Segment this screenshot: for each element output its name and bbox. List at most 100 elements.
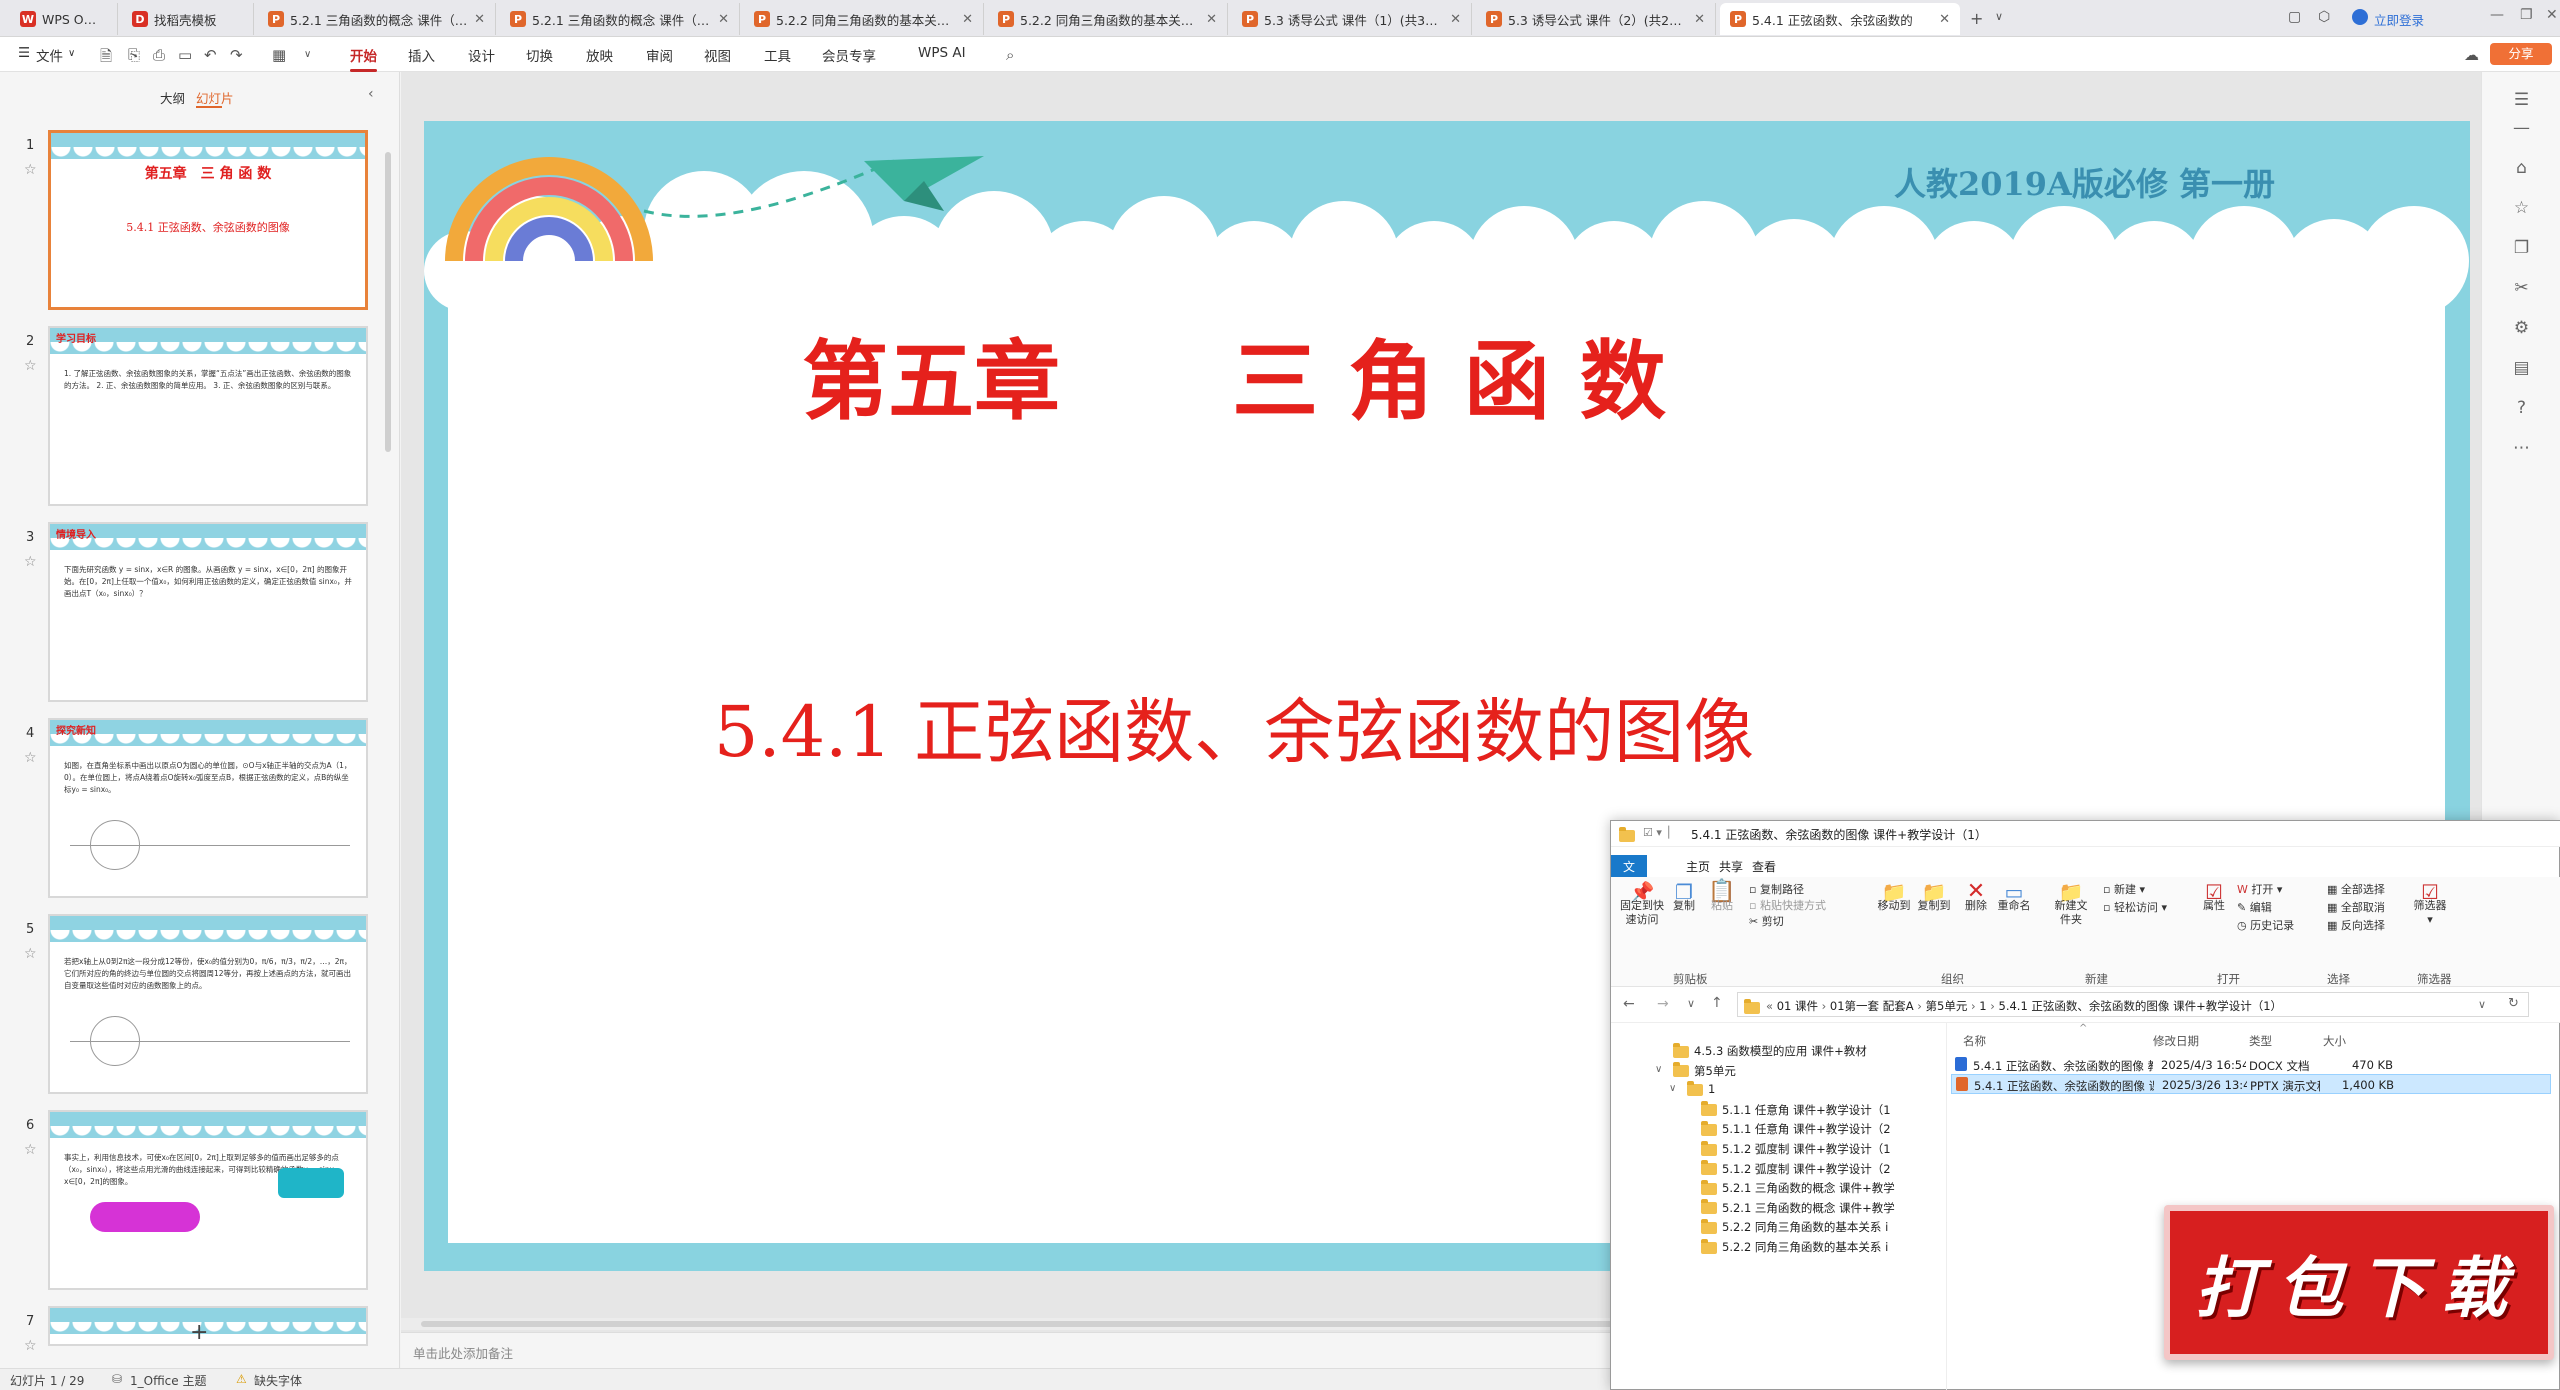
edit-button[interactable]: ✎ 编辑 bbox=[2237, 901, 2272, 915]
save-icon[interactable]: 🗎 bbox=[100, 46, 112, 71]
settings-icon[interactable]: ⚙ bbox=[2482, 318, 2560, 338]
tree-item[interactable]: 5.1.1 任意角 课件+教学设计（1 bbox=[1701, 1101, 1891, 1118]
tab-0[interactable]: W WPS Office bbox=[10, 3, 118, 35]
star-icon[interactable]: ☆ bbox=[24, 1142, 37, 1158]
tree-item[interactable]: ∨ 第5单元 bbox=[1655, 1062, 1736, 1079]
pin-quick-access-button[interactable]: 📌 固定到快速访问 bbox=[1617, 882, 1667, 927]
tree-item[interactable]: 5.2.2 同角三角函数的基本关系 i bbox=[1701, 1238, 1888, 1255]
filter-button[interactable]: ☑ 筛选器 ▾ bbox=[2413, 882, 2447, 927]
collapse-panel-icon[interactable]: ‹ bbox=[368, 86, 374, 102]
menu-5[interactable]: 审阅 bbox=[646, 45, 673, 65]
tab-5[interactable]: P 5.2.2 同角三角函数的基本关系 课件 ✕ bbox=[988, 3, 1228, 35]
redo-icon[interactable]: ↷ bbox=[230, 46, 243, 64]
slide-thumbnail[interactable]: 若把x轴上从0到2π这一段分成12等份，使x₀的值分别为0，π/6，π/3，π/… bbox=[48, 914, 368, 1094]
close-tab-icon[interactable]: ✕ bbox=[962, 12, 973, 27]
tree-item[interactable]: ∨ 1 bbox=[1669, 1080, 1715, 1096]
menu-9[interactable]: WPS AI bbox=[918, 45, 966, 61]
missing-font[interactable]: 缺失字体 bbox=[254, 1372, 302, 1389]
paste-shortcut-button[interactable]: ▫ 粘贴快捷方式 bbox=[1749, 899, 1826, 913]
maximize-button[interactable]: ❐ bbox=[2520, 7, 2533, 23]
close-tab-icon[interactable]: ✕ bbox=[474, 12, 485, 27]
login-link[interactable]: 立即登录 bbox=[2374, 10, 2424, 29]
select-all-button[interactable]: ▦ 全部选择 bbox=[2327, 883, 2385, 897]
copy-button[interactable]: ❐ 复制 bbox=[1669, 882, 1699, 913]
menu-3[interactable]: 切换 bbox=[526, 45, 553, 65]
address-dropdown-icon[interactable]: ∨ bbox=[2478, 998, 2486, 1011]
menu-1[interactable]: 插入 bbox=[408, 45, 435, 65]
menu-7[interactable]: 工具 bbox=[764, 45, 791, 65]
file-chevron-icon[interactable]: ∨ bbox=[68, 48, 75, 59]
star-icon[interactable]: ☆ bbox=[24, 554, 37, 570]
file-row[interactable]: 5.4.1 正弦函数、余弦函数的图像 教学设...2025/4/3 16:54D… bbox=[1951, 1055, 2551, 1075]
slide-thumbnail[interactable]: 事实上，利用信息技术，可使x₀在区间[0，2π]上取到足够多的值而画出足够多的点… bbox=[48, 1110, 368, 1290]
breadcrumb-item[interactable]: 01 课件 bbox=[1777, 999, 1818, 1013]
column-header[interactable]: 类型 bbox=[2249, 1033, 2272, 1049]
menu-6[interactable]: 视图 bbox=[704, 45, 731, 65]
copy-to-button[interactable]: 📁 复制到 bbox=[1916, 882, 1952, 913]
search-icon[interactable]: ⌕ bbox=[1006, 46, 1014, 64]
close-tab-icon[interactable]: ✕ bbox=[1206, 12, 1217, 27]
column-header[interactable]: 修改日期 bbox=[2153, 1033, 2199, 1049]
cloud-sync-icon[interactable]: ☁ bbox=[2464, 46, 2479, 64]
expand-chevron-icon[interactable]: ∨ bbox=[1655, 1064, 1662, 1075]
theme-name[interactable]: 1_Office 主题 bbox=[130, 1372, 206, 1389]
open-button[interactable]: W 打开 ▾ bbox=[2237, 883, 2282, 897]
menu-icon[interactable]: ☰ bbox=[18, 45, 30, 61]
minimize-button[interactable]: — bbox=[2490, 7, 2504, 23]
table-icon[interactable]: ▤ bbox=[2482, 358, 2560, 378]
explorer-tab-3[interactable]: 查看 bbox=[1740, 855, 1788, 877]
rename-button[interactable]: ▭ 重命名 bbox=[1996, 882, 2032, 913]
slide-thumbnail[interactable]: 第五章 三 角 函 数 5.4.1 正弦函数、余弦函数的图像 bbox=[48, 130, 368, 310]
tab-2[interactable]: P 5.2.1 三角函数的概念 课件（1）(共3 ✕ bbox=[258, 3, 496, 35]
properties-button[interactable]: ☑ 属性 bbox=[2199, 882, 2229, 913]
tree-item[interactable]: 5.1.2 弧度制 课件+教学设计（1 bbox=[1701, 1140, 1891, 1157]
back-icon[interactable]: ← bbox=[1623, 996, 1635, 1012]
tab-list-icon[interactable]: ∨ bbox=[1995, 10, 2003, 23]
file-row[interactable]: 5.4.1 正弦函数、余弦函数的图像 课件 ... 2025/3/26 13:43… bbox=[1951, 1074, 2551, 1094]
copy-icon[interactable]: ❐ bbox=[2482, 238, 2560, 258]
move-to-button[interactable]: 📁 移动到 bbox=[1876, 882, 1912, 913]
breadcrumb-item[interactable]: 1 bbox=[1979, 999, 1986, 1013]
slide-thumbnail[interactable]: 情境导入 下面先研究函数 y = sinx，x∈R 的图象。从画函数 y = si… bbox=[48, 522, 368, 702]
expand-chevron-icon[interactable]: ∨ bbox=[1669, 1083, 1676, 1094]
print-icon[interactable]: ⎙ bbox=[153, 46, 165, 64]
tab-8[interactable]: P 5.4.1 正弦函数、余弦函数的 ✕ bbox=[1720, 3, 1960, 35]
invert-selection-button[interactable]: ▦ 反向选择 bbox=[2327, 919, 2385, 933]
tab-7[interactable]: P 5.3 诱导公式 课件（2）(共29张PPT ✕ bbox=[1476, 3, 1716, 35]
up-icon[interactable]: ↑ bbox=[1711, 995, 1723, 1011]
breadcrumb-item[interactable]: 第5单元 bbox=[1926, 999, 1968, 1013]
menu-icon[interactable]: ☰ bbox=[2482, 90, 2560, 110]
new-item-button[interactable]: ▫ 新建 ▾ bbox=[2103, 883, 2145, 897]
tree-item[interactable]: 5.2.2 同角三角函数的基本关系 i bbox=[1701, 1218, 1888, 1235]
star-icon[interactable]: ☆ bbox=[24, 358, 37, 374]
close-button[interactable]: ✕ bbox=[2546, 7, 2558, 23]
more-icon[interactable]: ⋯ bbox=[2482, 438, 2560, 458]
tab-6[interactable]: P 5.3 诱导公式 课件（1）(共33张PPT ✕ bbox=[1232, 3, 1472, 35]
menu-0[interactable]: 开始 bbox=[350, 45, 377, 72]
recent-chevron-icon[interactable]: ∨ bbox=[1687, 997, 1695, 1010]
slide-thumbnail[interactable]: 学习目标 1. 了解正弦函数、余弦函数图象的关系，掌握“五点法”画出正弦函数、余弦… bbox=[48, 326, 368, 506]
breadcrumb-overflow-icon[interactable]: « bbox=[1766, 999, 1777, 1013]
easy-access-button[interactable]: ▫ 轻松访问 ▾ bbox=[2103, 901, 2167, 915]
breadcrumb-item[interactable]: 5.4.1 正弦函数、余弦函数的图像 课件+教学设计（1） bbox=[1999, 999, 2283, 1013]
delete-button[interactable]: ✕ 删除 bbox=[1961, 881, 1991, 913]
star-icon[interactable]: ☆ bbox=[24, 1338, 37, 1354]
tab-slides[interactable]: 幻灯片 bbox=[196, 88, 234, 107]
column-header[interactable]: 名称 bbox=[1963, 1033, 1986, 1049]
new-tab-button[interactable]: + bbox=[1970, 9, 1983, 28]
help-icon[interactable]: ? bbox=[2482, 398, 2560, 418]
share-button[interactable]: 分享 bbox=[2490, 43, 2552, 65]
star-icon[interactable]: ☆ bbox=[2482, 198, 2560, 218]
menu-4[interactable]: 放映 bbox=[586, 45, 613, 65]
tab-3[interactable]: P 5.2.1 三角函数的概念 课件（2）(共 ✕ bbox=[500, 3, 740, 35]
minus-icon[interactable]: — bbox=[2482, 118, 2560, 138]
cube-icon[interactable]: ⬡ bbox=[2318, 9, 2330, 25]
star-icon[interactable]: ☆ bbox=[24, 750, 37, 766]
add-slide-button[interactable]: + bbox=[190, 1320, 208, 1345]
preview-icon[interactable]: ▭ bbox=[178, 46, 192, 64]
window-icon[interactable]: ▢ bbox=[2288, 9, 2301, 25]
tools-icon[interactable]: ✂ bbox=[2482, 278, 2560, 298]
format-icon[interactable]: ▦ bbox=[272, 46, 286, 64]
tree-item[interactable]: 4.5.3 函数模型的应用 课件+教材 bbox=[1673, 1042, 1867, 1059]
quick-access-icons[interactable]: ☑ ▾ │ bbox=[1643, 826, 1672, 839]
